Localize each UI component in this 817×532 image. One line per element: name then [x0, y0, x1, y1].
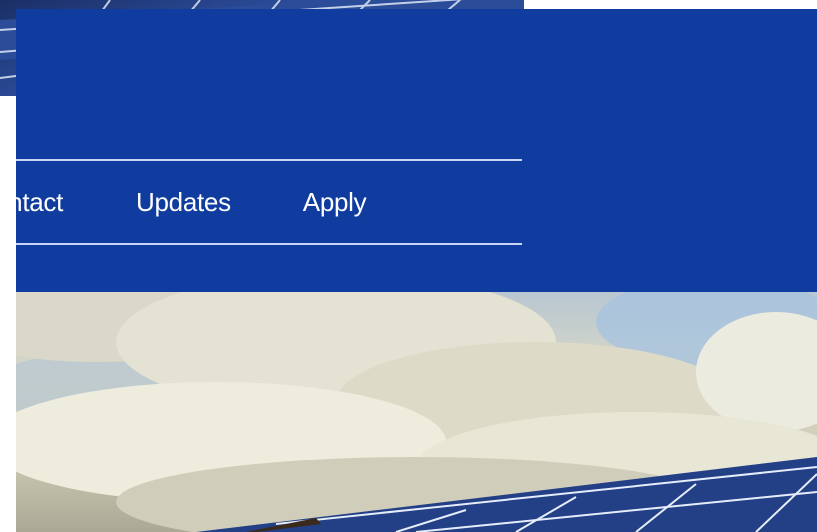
nav-item-apply[interactable]: Apply — [303, 187, 367, 218]
main-nav: ontact Updates Apply — [16, 161, 522, 243]
nav-item-contact[interactable]: ontact — [16, 187, 63, 218]
nav-item-updates[interactable]: Updates — [136, 187, 231, 218]
nav-divider-bottom — [16, 243, 522, 245]
site-header: ontact Updates Apply — [16, 9, 817, 292]
hero-image — [16, 292, 817, 532]
